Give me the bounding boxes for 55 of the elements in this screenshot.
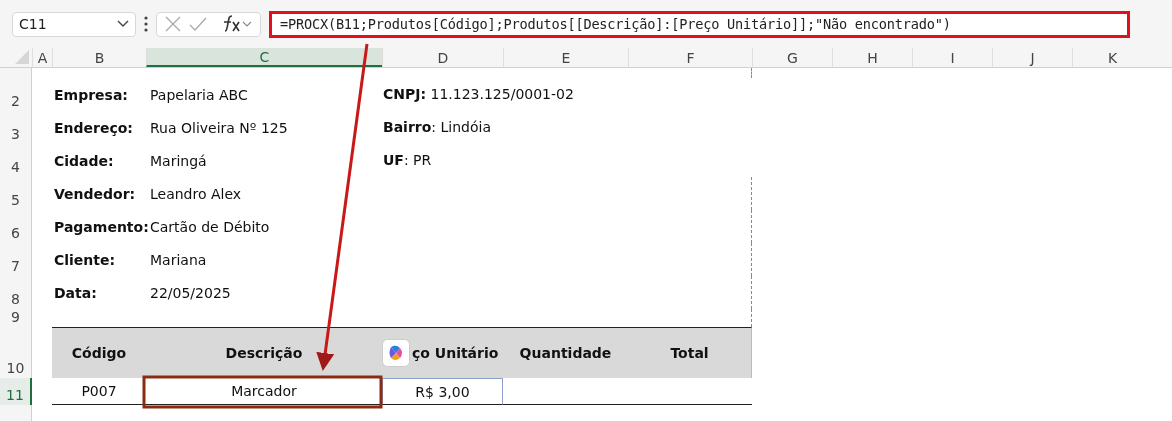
column-header[interactable]: H bbox=[832, 48, 912, 67]
row-header[interactable]: 10 bbox=[0, 327, 32, 378]
column-header[interactable]: J bbox=[992, 48, 1072, 67]
field-text: CNPJ: 11.123.125/0001-02 bbox=[382, 85, 575, 104]
formula-field[interactable]: =PROCX(B11;Produtos[Código];Produtos[[Descrição]:[Preço Unitário]];"Não encontrado") bbox=[269, 10, 1130, 38]
row-header[interactable]: 11 bbox=[0, 378, 32, 405]
row-header[interactable]: 3 bbox=[0, 111, 32, 144]
field-value: Cartão de Débito bbox=[149, 217, 271, 237]
chevron-icon[interactable] bbox=[117, 20, 129, 28]
field-text: UF: PR bbox=[382, 151, 433, 170]
row-header[interactable]: 4 bbox=[0, 144, 32, 177]
row-header[interactable]: 5 bbox=[0, 177, 32, 210]
column-header[interactable]: D bbox=[382, 48, 503, 67]
field-label: Data: bbox=[53, 283, 98, 303]
field-label: Empresa: bbox=[53, 85, 129, 105]
field-value: Mariana bbox=[149, 250, 208, 270]
select-all-icon[interactable] bbox=[15, 50, 29, 64]
row-header[interactable]: 8 bbox=[0, 276, 32, 309]
column-header[interactable]: C bbox=[146, 48, 382, 67]
row-header[interactable]: 2 bbox=[0, 78, 32, 111]
column-header[interactable]: I bbox=[912, 48, 992, 67]
column-header[interactable]: E bbox=[503, 48, 628, 67]
more-icon[interactable] bbox=[144, 16, 148, 32]
field-label: Cidade: bbox=[53, 151, 115, 171]
table-cell[interactable]: P007 bbox=[52, 378, 146, 405]
field-value: Papelaria ABC bbox=[149, 85, 249, 105]
field-label: Cliente: bbox=[53, 250, 117, 270]
name-box[interactable]: C11 bbox=[12, 11, 136, 37]
column-heading: Quantidade bbox=[519, 345, 612, 361]
field-label: Pagamento: bbox=[53, 217, 146, 237]
column-heading: ço Unitário bbox=[412, 345, 499, 361]
copilot-icon[interactable] bbox=[382, 339, 410, 367]
check-icon[interactable] bbox=[189, 16, 208, 32]
row-header[interactable] bbox=[0, 68, 32, 78]
column-header[interactable]: A bbox=[32, 48, 52, 67]
field-label: Vendedor: bbox=[53, 184, 137, 204]
column-heading: Total bbox=[670, 345, 709, 361]
row-header[interactable] bbox=[0, 405, 32, 421]
table-cell[interactable]: Marcador bbox=[146, 378, 382, 405]
field-value: 22/05/2025 bbox=[149, 283, 232, 303]
column-heading: Código bbox=[71, 345, 127, 361]
field-text: Bairro: Lindóia bbox=[382, 118, 492, 137]
field-value: Rua Oliveira Nº 125 bbox=[149, 118, 289, 138]
field-label: Endereço: bbox=[53, 118, 134, 138]
column-heading: Descrição bbox=[225, 345, 303, 361]
cancel-icon[interactable] bbox=[165, 16, 182, 32]
field-value: Leandro Alex bbox=[149, 184, 243, 204]
row-header[interactable]: 7 bbox=[0, 243, 32, 276]
column-header[interactable]: G bbox=[752, 48, 832, 67]
row-header[interactable]: 6 bbox=[0, 210, 32, 243]
column-header[interactable]: F bbox=[628, 48, 752, 67]
field-value: Maringá bbox=[149, 151, 208, 171]
table-cell[interactable]: R$ 3,00 bbox=[382, 378, 503, 405]
column-header[interactable]: K bbox=[1072, 48, 1152, 67]
row-header[interactable]: 9 bbox=[0, 309, 32, 327]
